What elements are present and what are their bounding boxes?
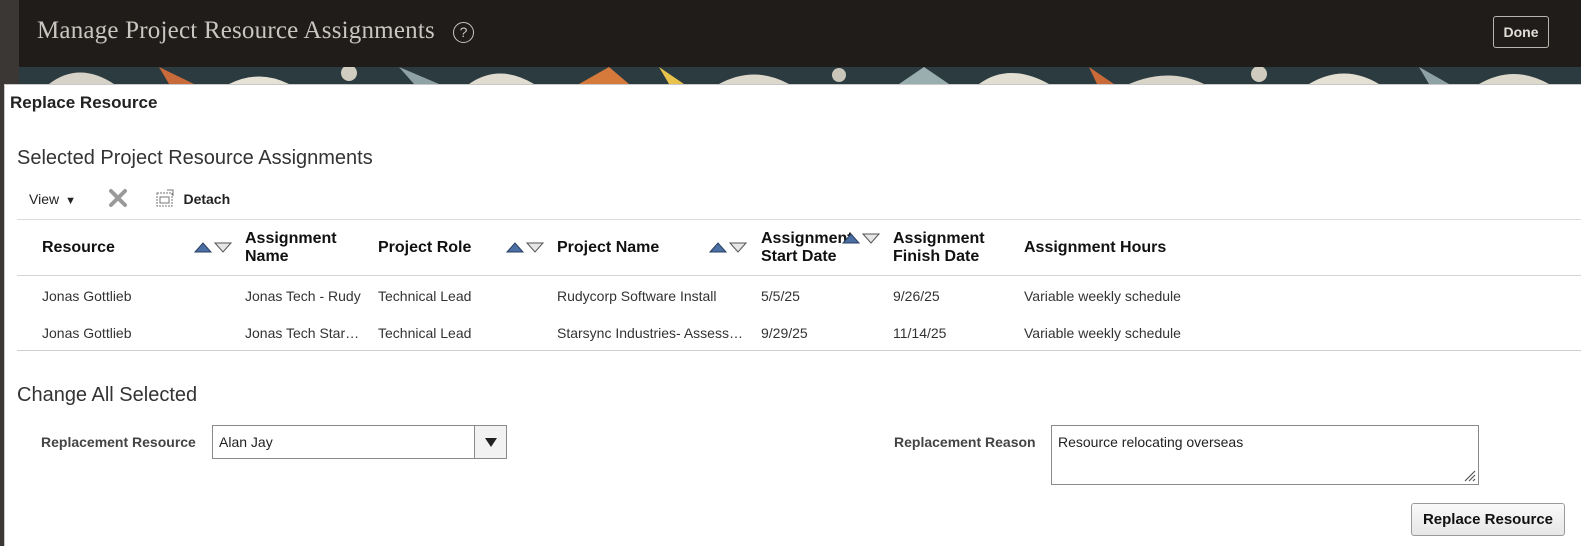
cell-start-date: 9/29/25 xyxy=(761,324,808,341)
sort-icon[interactable] xyxy=(194,240,234,254)
replace-resource-dialog: Replace Resource Selected Project Resour… xyxy=(4,84,1581,546)
question-circle-icon[interactable]: ? xyxy=(453,22,474,43)
table-row[interactable]: Jonas Gottlieb Jonas Tech Star… Technica… xyxy=(17,314,1581,351)
sort-icon[interactable] xyxy=(709,240,749,254)
replacement-reason-textarea[interactable]: Resource relocating overseas xyxy=(1051,425,1479,485)
selected-assignments-heading: Selected Project Resource Assignments xyxy=(17,147,373,169)
page-title: Manage Project Resource Assignments xyxy=(37,17,435,44)
cell-finish-date: 9/26/25 xyxy=(893,287,940,304)
col-header-label: Project Role xyxy=(378,239,472,256)
replacement-resource-label: Replacement Resource xyxy=(41,434,196,450)
banner-pattern-graphic xyxy=(19,67,1581,84)
cell-project-role: Technical Lead xyxy=(378,287,472,304)
cell-project-name: Starsync Industries- Assess… xyxy=(557,324,743,341)
replace-resource-button[interactable]: Replace Resource xyxy=(1411,503,1565,536)
table-row[interactable]: Jonas Gottlieb Jonas Tech - Rudy Technic… xyxy=(17,277,1581,314)
view-menu[interactable]: View ▼ xyxy=(29,191,76,207)
decorative-banner xyxy=(19,67,1581,84)
done-button[interactable]: Done xyxy=(1493,16,1549,48)
col-header-label: Assignment xyxy=(893,230,985,247)
col-header-project-name[interactable]: Project Name xyxy=(557,220,707,276)
col-header-project-role[interactable]: Project Role xyxy=(378,220,503,276)
resize-grip-icon[interactable] xyxy=(1462,468,1476,482)
col-header-label: Assignment Hours xyxy=(1024,239,1167,256)
caret-down-icon: ▼ xyxy=(65,195,76,207)
cell-assignment-name: Jonas Tech Star… xyxy=(245,324,360,341)
cell-resource: Jonas Gottlieb xyxy=(42,324,132,341)
col-header-label: Resource xyxy=(42,239,115,256)
cell-assignment-hours: Variable weekly schedule xyxy=(1024,324,1181,341)
header-bar: Manage Project Resource Assignments ? Do… xyxy=(0,0,1581,546)
replacement-reason-label: Replacement Reason xyxy=(894,434,1036,450)
cell-project-name: Rudycorp Software Install xyxy=(557,287,717,304)
col-header-label: Project Name xyxy=(557,239,660,256)
col-header-resource[interactable]: Resource xyxy=(42,220,192,276)
col-header-label: Assignment xyxy=(761,230,853,247)
col-header-assignment-hours[interactable]: Assignment Hours xyxy=(1024,220,1224,276)
cell-start-date: 5/5/25 xyxy=(761,287,800,304)
col-header-start-date[interactable]: Assignment Start Date xyxy=(761,220,853,276)
replacement-resource-value: Alan Jay xyxy=(219,434,273,450)
col-header-finish-date[interactable]: Assignment Finish Date xyxy=(893,220,1013,276)
replacement-resource-select[interactable]: Alan Jay xyxy=(212,425,507,459)
caret-down-icon xyxy=(484,437,497,447)
cell-assignment-name: Jonas Tech - Rudy xyxy=(245,287,361,304)
assignments-table: Resource Assignment Name Project Role Pr… xyxy=(17,219,1581,351)
replacement-reason-value: Resource relocating overseas xyxy=(1058,434,1244,450)
table-header: Resource Assignment Name Project Role Pr… xyxy=(17,220,1581,276)
detach-button[interactable]: Detach xyxy=(155,189,230,209)
cell-assignment-hours: Variable weekly schedule xyxy=(1024,287,1181,304)
x-delete-icon[interactable] xyxy=(107,187,129,209)
col-header-assignment-name[interactable]: Assignment Name xyxy=(245,220,370,276)
col-header-label: Assignment xyxy=(245,230,337,247)
dialog-title: Replace Resource xyxy=(10,93,158,112)
sort-icon[interactable] xyxy=(506,240,546,254)
cell-resource: Jonas Gottlieb xyxy=(42,287,132,304)
detach-label: Detach xyxy=(183,191,231,207)
cell-project-role: Technical Lead xyxy=(378,324,472,341)
col-header-label: Name xyxy=(245,248,289,265)
dropdown-button[interactable] xyxy=(474,426,506,458)
change-all-heading: Change All Selected xyxy=(17,384,198,406)
col-header-label: Start Date xyxy=(761,248,837,265)
col-header-label: Finish Date xyxy=(893,248,980,265)
detach-icon xyxy=(156,189,174,207)
sort-icon[interactable] xyxy=(842,231,882,245)
cell-finish-date: 11/14/25 xyxy=(893,324,947,341)
view-menu-label: View xyxy=(29,191,60,207)
